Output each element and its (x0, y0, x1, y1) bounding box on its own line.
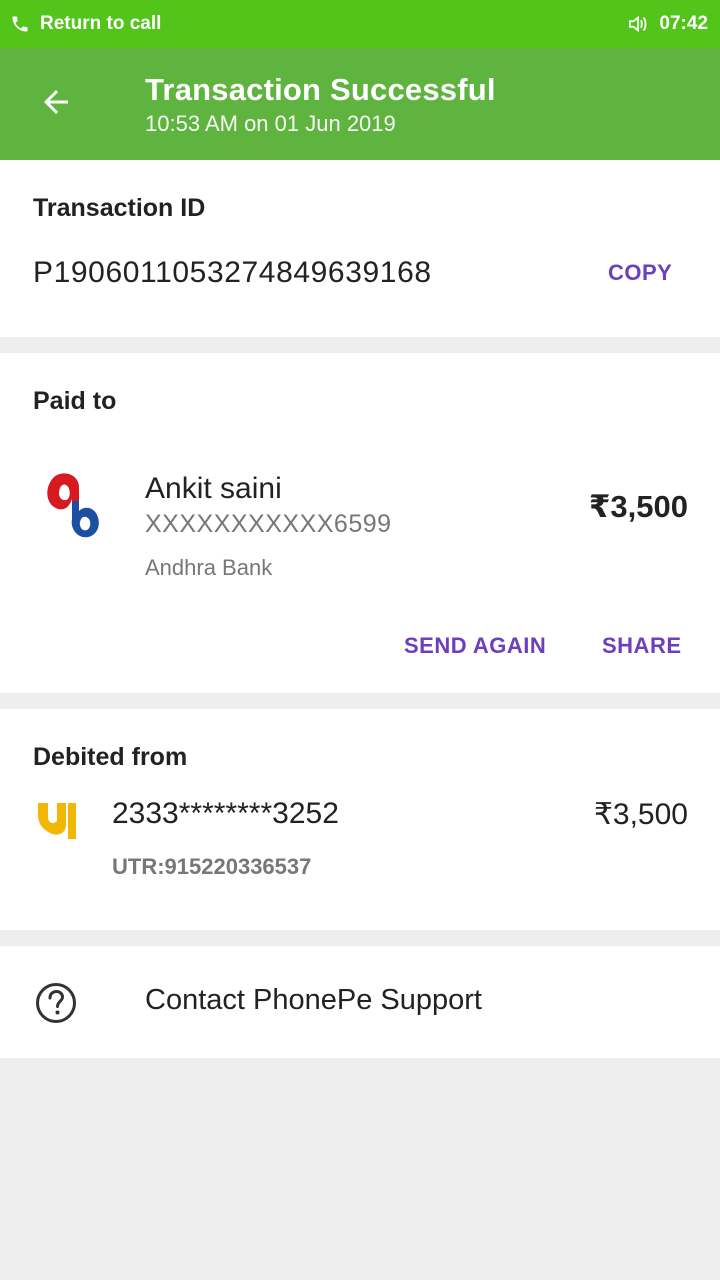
app-header: Transaction Successful 10:53 AM on 01 Ju… (0, 48, 720, 160)
paid-amount: ₹3,500 (588, 489, 688, 524)
status-bar: Return to call 07:42 (0, 0, 720, 48)
debit-account-number: 2333********3252 (112, 797, 339, 830)
payee-account-number: XXXXXXXXXXX6599 (145, 510, 392, 538)
phone-icon (10, 14, 30, 34)
utr-number: UTR:915220336537 (112, 854, 312, 879)
paid-to-heading: Paid to (33, 387, 117, 415)
share-button[interactable]: SHARE (602, 633, 682, 659)
status-indicators: 07:42 (627, 13, 708, 35)
clock-time: 07:42 (659, 13, 708, 34)
debited-from-card: Debited from 2333********3252 ₹3,500 UTR… (0, 709, 720, 930)
copy-button[interactable]: COPY (608, 260, 672, 286)
debited-from-heading: Debited from (33, 743, 188, 771)
contact-support-label: Contact PhonePe Support (145, 984, 482, 1016)
help-circle-icon (35, 982, 77, 1029)
payee-name: Ankit saini (145, 472, 282, 505)
return-to-call[interactable]: Return to call (10, 13, 161, 35)
transaction-id-card: Transaction ID P1906011053274849639168 C… (0, 160, 720, 337)
back-button[interactable] (24, 72, 88, 136)
contact-support-row[interactable]: Contact PhonePe Support (0, 946, 720, 1058)
transaction-id-value: P1906011053274849639168 (33, 256, 432, 289)
speaker-icon (627, 14, 649, 34)
punjab-national-bank-logo-icon (36, 797, 78, 846)
return-to-call-label: Return to call (40, 13, 162, 34)
back-arrow-icon (38, 84, 74, 125)
send-again-button[interactable]: SEND AGAIN (404, 633, 546, 659)
payee-bank-name: Andhra Bank (145, 555, 273, 580)
paid-to-card: Paid to Ankit saini XXXXXXXXXXX6599 Andh… (0, 353, 720, 693)
transaction-timestamp: 10:53 AM on 01 Jun 2019 (145, 111, 396, 136)
andhra-bank-logo-icon (46, 471, 100, 548)
page-title: Transaction Successful (145, 72, 496, 107)
debited-amount: ₹3,500 (593, 798, 688, 831)
transaction-id-heading: Transaction ID (33, 194, 206, 222)
